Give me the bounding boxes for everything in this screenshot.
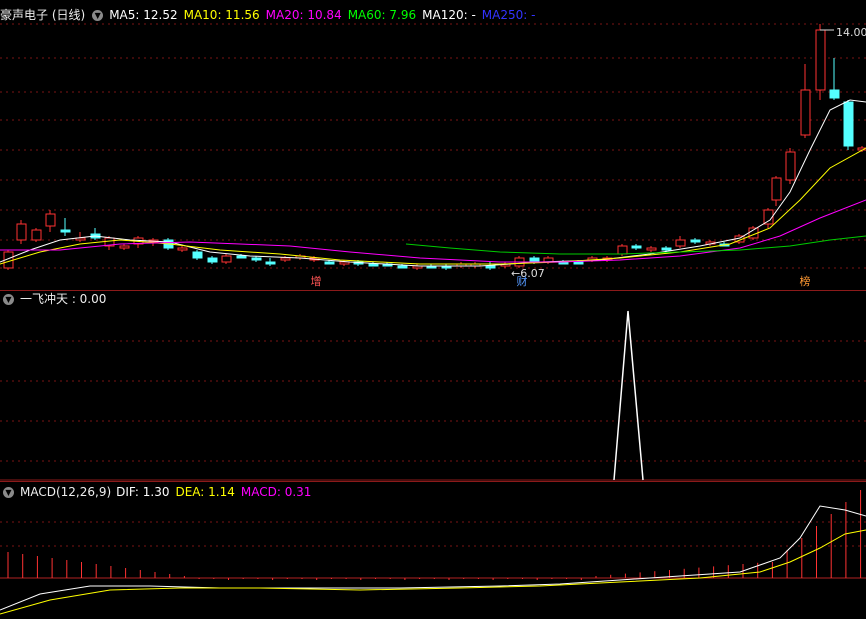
candle-body	[368, 263, 379, 267]
candle-body	[207, 257, 218, 263]
candle-body	[251, 257, 262, 261]
candle-body	[690, 239, 701, 243]
indicator-chart[interactable]	[0, 291, 866, 481]
candle-body	[771, 177, 782, 201]
candle-body	[631, 245, 642, 249]
candle-body	[843, 101, 854, 147]
candle-body	[829, 89, 840, 99]
candle-body	[485, 265, 496, 269]
macd-panel[interactable]: ▼ MACD(12,26,9) DIF: 1.30 DEA: 1.14 MACD…	[0, 482, 866, 619]
candle-body	[221, 255, 232, 263]
candle-body	[646, 247, 657, 251]
event-tag-cai[interactable]: 财	[515, 275, 529, 289]
kline-panel[interactable]: 豪声电子 (日线) ▼ MA5: 12.52 MA10: 11.56 MA20:…	[0, 0, 866, 290]
candle-body	[529, 257, 540, 263]
event-tag-bang[interactable]: 榜	[798, 275, 812, 289]
candlestick-chart[interactable]	[0, 0, 866, 290]
candle-body	[31, 229, 42, 241]
candle-body	[661, 247, 672, 251]
candle-body	[16, 223, 27, 241]
candle-body	[397, 265, 408, 269]
candle-body	[177, 247, 188, 251]
candle-body	[573, 261, 584, 265]
candle-body	[192, 251, 203, 259]
candle-body	[785, 151, 796, 181]
ma20-line	[0, 199, 866, 263]
candle-body	[236, 255, 247, 259]
signal-spike	[613, 310, 644, 481]
candle-body	[800, 89, 811, 136]
candle-body	[815, 29, 826, 91]
candle-body	[675, 239, 686, 247]
candle-body	[119, 245, 130, 249]
candle-body	[280, 257, 291, 261]
candle-body	[617, 245, 628, 255]
event-tag-zeng[interactable]: 增	[309, 275, 323, 289]
candle-body	[265, 261, 276, 265]
candle-body	[60, 229, 71, 233]
candle-body	[324, 261, 335, 265]
high-price-label: 14.00	[836, 26, 866, 39]
candle-body	[45, 213, 56, 227]
macd-chart[interactable]	[0, 482, 866, 619]
indicator-panel[interactable]: ▼ 一飞冲天 : 0.00	[0, 291, 866, 481]
